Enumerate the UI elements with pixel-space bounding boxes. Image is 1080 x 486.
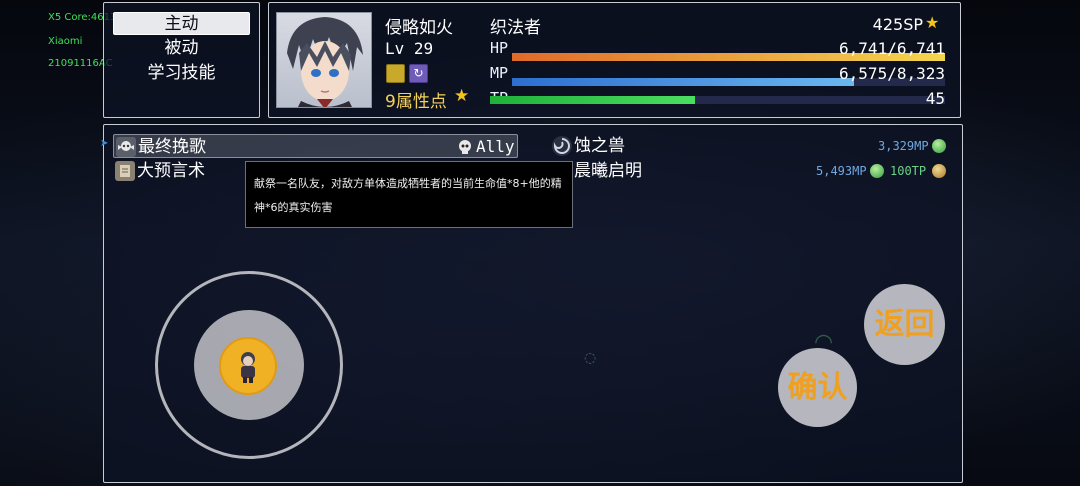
swirl-icon bbox=[552, 136, 572, 156]
state-cycle-icon: ↻ bbox=[409, 64, 428, 83]
actor-portrait bbox=[276, 12, 372, 108]
skill-mp-cost: 3,329MP bbox=[878, 139, 929, 153]
cursor-arrow-icon: ➤ bbox=[100, 138, 109, 149]
character-sprite-icon bbox=[241, 352, 255, 383]
anime-character-face-icon bbox=[287, 17, 363, 107]
attribute-points-label: 9属性点 bbox=[385, 92, 447, 112]
skill-name: 晨曦启明 bbox=[574, 161, 642, 181]
command-learn-skills[interactable]: 学习技能 bbox=[113, 62, 250, 85]
actor-class: 织法者 bbox=[490, 18, 541, 38]
debug-brand-text: Xiaomi bbox=[48, 36, 83, 47]
joystick-knob[interactable] bbox=[219, 337, 277, 395]
mp-label: MP bbox=[490, 64, 509, 82]
scroll-icon bbox=[115, 161, 135, 181]
actor-status-window: 侵略如火 织法者 425SP ★ Lv 29 ↻ 9属性点 ★ HP 6,741… bbox=[268, 2, 961, 118]
winged-skull-icon bbox=[116, 137, 136, 157]
skill-mp-cost: 5,493MP bbox=[816, 164, 867, 178]
command-active-skills[interactable]: 主动 bbox=[113, 12, 250, 35]
skill-description-tooltip: 献祭一名队友，对敌方单体造成牺牲者的当前生命值*8+他的精神*6的真实伤害 bbox=[245, 161, 573, 228]
skill-type-command-window: 主动 被动 学习技能 bbox=[103, 2, 260, 118]
green-orb-icon bbox=[932, 139, 946, 153]
skill-name: 大预言术 bbox=[137, 161, 205, 181]
state-buff-icon bbox=[386, 64, 405, 83]
skill-target-ally: Ally bbox=[476, 137, 515, 156]
tp-value: 45 bbox=[925, 89, 945, 108]
hp-label: HP bbox=[490, 39, 509, 57]
attribute-star-icon: ★ bbox=[454, 86, 470, 106]
skill-tp-cost: 100TP bbox=[890, 164, 927, 178]
magic-rune-icon: ◌ bbox=[584, 350, 597, 366]
skill-item[interactable]: 晨曦启明 5,493MP 100TP bbox=[550, 159, 955, 183]
actor-name: 侵略如火 bbox=[385, 18, 453, 38]
star-icon: ★ bbox=[925, 13, 940, 32]
actor-level: Lv 29 bbox=[385, 39, 434, 58]
green-orb-icon bbox=[870, 164, 884, 178]
confirm-button[interactable]: 确认 bbox=[778, 348, 857, 427]
gold-orb-icon bbox=[932, 164, 946, 178]
back-button[interactable]: 返回 bbox=[864, 284, 945, 365]
mp-value: 6,575/8,323 bbox=[839, 64, 945, 83]
tp-gauge-fill bbox=[490, 96, 695, 104]
skill-name: 最终挽歌 bbox=[138, 137, 206, 157]
command-passive-skills[interactable]: 被动 bbox=[113, 37, 250, 60]
skill-points-label: 425SP bbox=[872, 15, 923, 34]
skull-icon bbox=[455, 137, 475, 157]
hp-value: 6,741/6,741 bbox=[839, 39, 945, 58]
skill-item[interactable]: 蚀之兽 3,329MP bbox=[550, 134, 955, 158]
skill-name: 蚀之兽 bbox=[574, 136, 625, 156]
skill-item-selected[interactable]: 最终挽歌 Ally bbox=[113, 134, 518, 158]
